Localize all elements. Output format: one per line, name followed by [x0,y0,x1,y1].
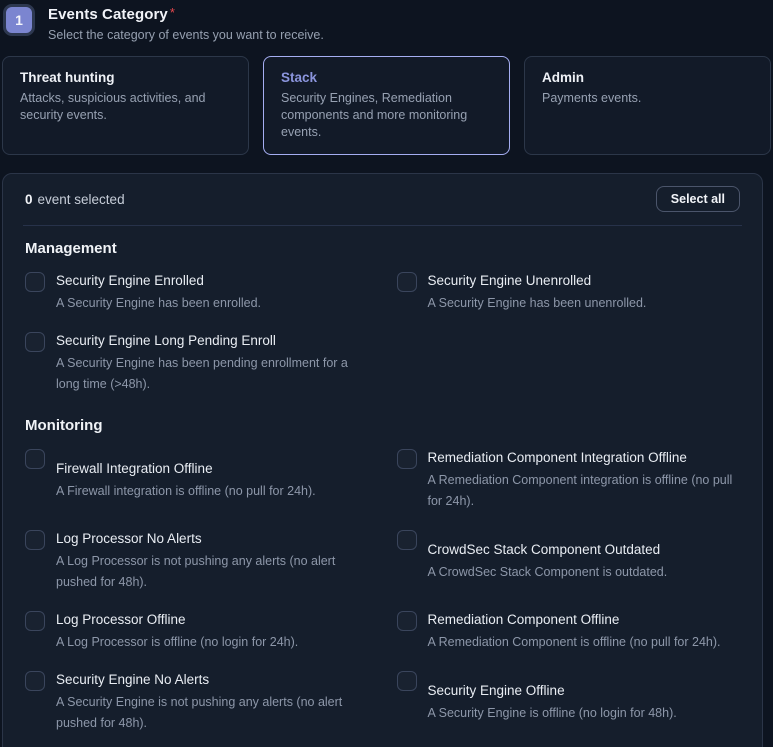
event-item[interactable]: Security Engine No Alerts A Security Eng… [25,670,369,734]
event-description: A Security Engine has been unenrolled. [428,293,647,314]
event-description: A Log Processor is not pushing any alert… [56,551,369,593]
event-item[interactable]: Security Engine Offline A Security Engin… [397,670,741,734]
event-checkbox[interactable] [397,449,417,469]
event-checkbox[interactable] [397,611,417,631]
step-number-badge: 1 [3,4,35,36]
category-cards: Threat hunting Attacks, suspicious activ… [0,42,773,173]
event-description: A Firewall integration is offline (no pu… [56,481,316,502]
event-description: A CrowdSec Stack Component is outdated. [428,562,668,583]
event-label: Security Engine Enrolled [56,271,261,290]
event-label: Security Engine Unenrolled [428,271,647,290]
page-title: Events Category [48,6,168,23]
event-label: Remediation Component Offline [428,610,721,629]
event-checkbox[interactable] [25,332,45,352]
event-item[interactable]: Remediation Component Integration Offlin… [397,448,741,512]
event-item[interactable]: Security Engine Long Pending Enroll A Se… [25,331,369,395]
event-description: A Security Engine is not pushing any ale… [56,692,369,734]
category-card-stack[interactable]: Stack Security Engines, Remediation comp… [263,56,510,155]
event-label: CrowdSec Stack Component Outdated [428,540,668,559]
category-card-threat-hunting[interactable]: Threat hunting Attacks, suspicious activ… [2,56,249,155]
event-item[interactable]: CrowdSec Stack Component Outdated A Crow… [397,529,741,593]
event-checkbox[interactable] [25,449,45,469]
event-label: Remediation Component Integration Offlin… [428,448,741,467]
event-description: A Remediation Component integration is o… [428,470,741,512]
event-item[interactable]: Firewall Integration Offline A Firewall … [25,448,369,512]
event-label: Log Processor No Alerts [56,529,369,548]
selected-count: 0 [25,192,33,207]
event-checkbox[interactable] [397,671,417,691]
event-checkbox[interactable] [397,272,417,292]
event-item[interactable]: Security Engine Unenrolled A Security En… [397,271,741,314]
event-checkbox[interactable] [397,530,417,550]
event-checkbox[interactable] [25,272,45,292]
event-label: Security Engine No Alerts [56,670,369,689]
event-label: Firewall Integration Offline [56,459,316,478]
events-panel: 0 event selected Select all Management Se… [2,173,763,747]
monitoring-items: Firewall Integration Offline A Firewall … [23,448,742,734]
events-panel-header: 0 event selected Select all [23,174,742,226]
category-title: Threat hunting [20,70,231,85]
selected-count-suffix: event selected [38,192,125,207]
event-item[interactable]: Log Processor Offline A Log Processor is… [25,610,369,653]
event-checkbox[interactable] [25,530,45,550]
event-item[interactable]: Remediation Component Offline A Remediat… [397,610,741,653]
selected-count-text: 0 event selected [25,192,125,207]
select-all-button[interactable]: Select all [656,186,740,212]
event-checkbox[interactable] [25,671,45,691]
panel-footnote: *Multiple events selectable for this cat… [23,734,742,747]
section-title-monitoring: Monitoring [25,417,740,434]
category-description: Payments events. [542,90,753,107]
category-card-admin[interactable]: Admin Payments events. [524,56,771,155]
event-checkbox[interactable] [25,611,45,631]
event-item[interactable]: Log Processor No Alerts A Log Processor … [25,529,369,593]
category-description: Security Engines, Remediation components… [281,90,492,141]
category-title: Admin [542,70,753,85]
required-asterisk: * [170,5,175,20]
event-description: A Remediation Component is offline (no p… [428,632,721,653]
event-description: A Log Processor is offline (no login for… [56,632,298,653]
step-title-row: Events Category* [48,5,324,24]
event-label: Security Engine Long Pending Enroll [56,331,369,350]
category-title: Stack [281,70,492,85]
event-description: A Security Engine has been enrolled. [56,293,261,314]
event-description: A Security Engine is offline (no login f… [428,703,677,724]
category-description: Attacks, suspicious activities, and secu… [20,90,231,124]
event-description: A Security Engine has been pending enrol… [56,353,369,395]
step-header: 1 Events Category* Select the category o… [0,0,773,42]
management-items: Security Engine Enrolled A Security Engi… [23,271,742,395]
event-item[interactable]: Security Engine Enrolled A Security Engi… [25,271,369,314]
section-title-management: Management [25,240,740,257]
event-label: Security Engine Offline [428,681,677,700]
event-label: Log Processor Offline [56,610,298,629]
page-subtitle: Select the category of events you want t… [48,28,324,42]
